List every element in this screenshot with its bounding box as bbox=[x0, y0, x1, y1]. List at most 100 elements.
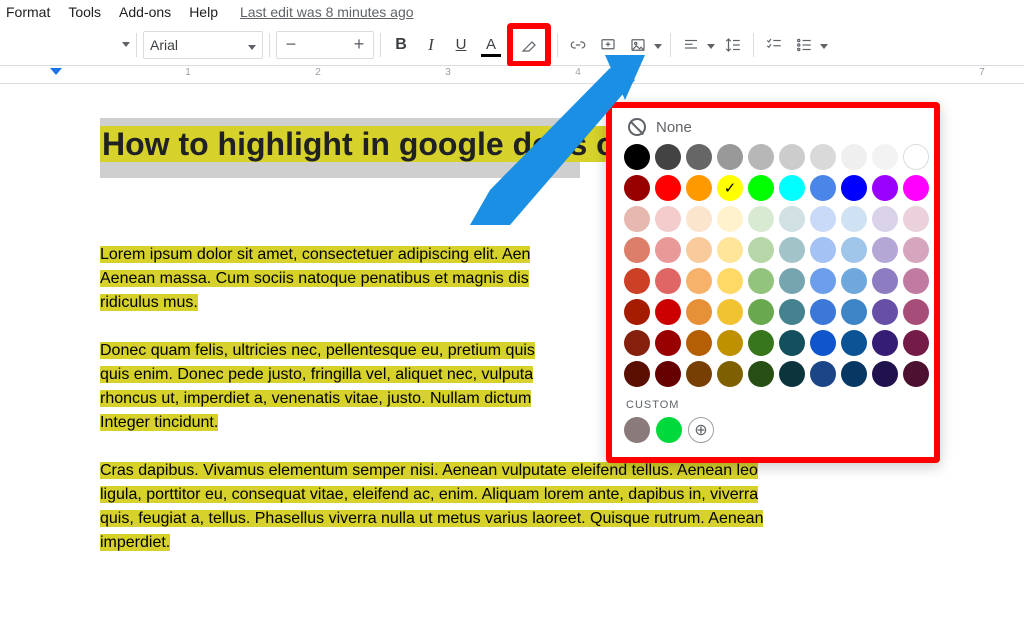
italic-button[interactable]: I bbox=[417, 31, 445, 59]
color-swatch[interactable] bbox=[624, 299, 650, 325]
color-swatch[interactable] bbox=[717, 175, 743, 201]
color-swatch[interactable] bbox=[810, 144, 836, 170]
color-swatch[interactable] bbox=[717, 361, 743, 387]
menu-format[interactable]: Format bbox=[6, 4, 50, 20]
color-swatch[interactable] bbox=[903, 330, 929, 356]
color-swatch[interactable] bbox=[872, 330, 898, 356]
color-swatch[interactable] bbox=[624, 144, 650, 170]
decrease-font-size-button[interactable]: − bbox=[277, 34, 305, 55]
color-swatch[interactable] bbox=[717, 299, 743, 325]
color-swatch[interactable] bbox=[841, 361, 867, 387]
color-swatch[interactable] bbox=[686, 144, 712, 170]
color-swatch[interactable] bbox=[655, 330, 681, 356]
color-swatch[interactable] bbox=[872, 299, 898, 325]
color-swatch[interactable] bbox=[748, 330, 774, 356]
color-swatch[interactable] bbox=[779, 361, 805, 387]
color-swatch[interactable] bbox=[779, 268, 805, 294]
color-swatch[interactable] bbox=[624, 268, 650, 294]
color-swatch[interactable] bbox=[686, 237, 712, 263]
color-swatch[interactable] bbox=[872, 361, 898, 387]
color-swatch[interactable] bbox=[779, 175, 805, 201]
color-swatch[interactable] bbox=[717, 144, 743, 170]
color-swatch[interactable] bbox=[903, 144, 929, 170]
chevron-down-icon[interactable] bbox=[707, 37, 717, 52]
color-swatch[interactable] bbox=[748, 144, 774, 170]
color-swatch[interactable] bbox=[903, 299, 929, 325]
color-swatch[interactable] bbox=[748, 237, 774, 263]
menu-addons[interactable]: Add-ons bbox=[119, 4, 171, 20]
color-swatch[interactable] bbox=[779, 330, 805, 356]
paragraph-3[interactable]: Cras dapibus. Vivamus elementum semper n… bbox=[100, 459, 940, 555]
chevron-down-icon[interactable] bbox=[820, 37, 830, 52]
color-swatch[interactable] bbox=[748, 206, 774, 232]
color-swatch[interactable] bbox=[717, 268, 743, 294]
insert-image-button[interactable] bbox=[624, 31, 652, 59]
color-swatch[interactable] bbox=[655, 361, 681, 387]
align-button[interactable] bbox=[677, 31, 705, 59]
color-swatch[interactable] bbox=[903, 175, 929, 201]
color-swatch[interactable] bbox=[841, 299, 867, 325]
color-swatch[interactable] bbox=[872, 268, 898, 294]
paragraph-style-dropdown[interactable] bbox=[100, 31, 130, 59]
color-swatch[interactable] bbox=[841, 237, 867, 263]
color-swatch[interactable] bbox=[810, 237, 836, 263]
highlight-color-button[interactable] bbox=[515, 31, 543, 59]
horizontal-ruler[interactable]: 1 2 3 4 7 bbox=[0, 66, 1024, 84]
bulleted-list-button[interactable] bbox=[790, 31, 818, 59]
color-swatch[interactable] bbox=[624, 206, 650, 232]
document-heading[interactable]: How to highlight in google docs o bbox=[100, 126, 618, 162]
color-swatch[interactable] bbox=[779, 237, 805, 263]
color-swatch[interactable] bbox=[810, 206, 836, 232]
color-swatch[interactable] bbox=[841, 268, 867, 294]
indent-marker[interactable] bbox=[50, 68, 62, 75]
menu-help[interactable]: Help bbox=[189, 4, 218, 20]
last-edit-text[interactable]: Last edit was 8 minutes ago bbox=[240, 4, 414, 20]
color-none-option[interactable]: None bbox=[628, 118, 922, 136]
color-swatch[interactable] bbox=[810, 330, 836, 356]
line-spacing-button[interactable] bbox=[719, 31, 747, 59]
bold-button[interactable]: B bbox=[387, 31, 415, 59]
color-swatch[interactable] bbox=[903, 361, 929, 387]
increase-font-size-button[interactable]: + bbox=[345, 34, 373, 55]
color-swatch[interactable] bbox=[686, 268, 712, 294]
color-swatch[interactable] bbox=[810, 268, 836, 294]
color-swatch[interactable] bbox=[841, 330, 867, 356]
color-swatch[interactable] bbox=[779, 299, 805, 325]
add-custom-color-button[interactable]: ⊕ bbox=[688, 417, 714, 443]
underline-button[interactable]: U bbox=[447, 31, 475, 59]
checklist-button[interactable] bbox=[760, 31, 788, 59]
color-swatch[interactable] bbox=[686, 361, 712, 387]
color-swatch[interactable] bbox=[624, 361, 650, 387]
color-swatch[interactable] bbox=[686, 330, 712, 356]
color-swatch[interactable] bbox=[686, 175, 712, 201]
color-swatch[interactable] bbox=[779, 144, 805, 170]
color-swatch[interactable] bbox=[872, 237, 898, 263]
color-swatch[interactable] bbox=[624, 175, 650, 201]
color-swatch[interactable] bbox=[810, 175, 836, 201]
color-swatch[interactable] bbox=[686, 206, 712, 232]
custom-color-swatch[interactable] bbox=[656, 417, 682, 443]
color-swatch[interactable] bbox=[717, 206, 743, 232]
text-color-button[interactable]: A bbox=[477, 31, 505, 59]
font-family-select[interactable]: Arial bbox=[143, 31, 263, 59]
color-swatch[interactable] bbox=[903, 237, 929, 263]
color-swatch[interactable] bbox=[686, 299, 712, 325]
color-swatch[interactable] bbox=[624, 237, 650, 263]
color-swatch[interactable] bbox=[748, 268, 774, 294]
color-swatch[interactable] bbox=[872, 206, 898, 232]
insert-link-button[interactable] bbox=[564, 31, 592, 59]
color-swatch[interactable] bbox=[810, 361, 836, 387]
color-swatch[interactable] bbox=[717, 237, 743, 263]
color-swatch[interactable] bbox=[655, 268, 681, 294]
color-swatch[interactable] bbox=[779, 206, 805, 232]
color-swatch[interactable] bbox=[655, 206, 681, 232]
color-swatch[interactable] bbox=[655, 299, 681, 325]
color-swatch[interactable] bbox=[841, 144, 867, 170]
color-swatch[interactable] bbox=[748, 299, 774, 325]
color-swatch[interactable] bbox=[903, 268, 929, 294]
color-swatch[interactable] bbox=[872, 175, 898, 201]
chevron-down-icon[interactable] bbox=[654, 37, 664, 52]
color-swatch[interactable] bbox=[717, 330, 743, 356]
color-swatch[interactable] bbox=[655, 144, 681, 170]
color-swatch[interactable] bbox=[841, 175, 867, 201]
